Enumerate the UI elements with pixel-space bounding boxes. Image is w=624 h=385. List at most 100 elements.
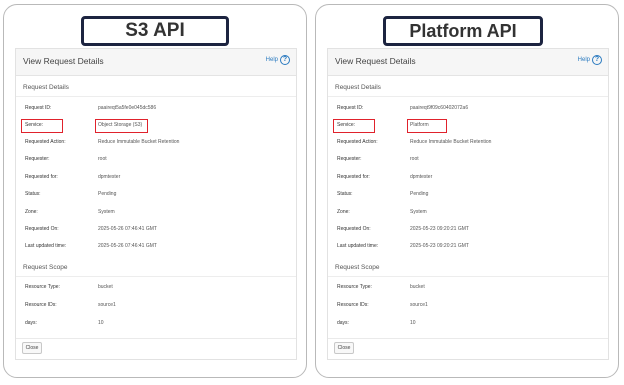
resource-type-label: Resource Type: [25, 284, 60, 290]
panel-title: View Request Details [23, 56, 104, 66]
zone-value: System [410, 209, 427, 215]
row-requested-action: Requested Action: Reduce Immutable Bucke… [25, 138, 289, 147]
row-request-id: Request ID: paaireqt9f09c60402072a6 [337, 104, 601, 113]
request-id-label: Request ID: [25, 105, 52, 111]
panel-footer [16, 338, 296, 359]
days-label: days: [337, 320, 349, 326]
help-label: Help [265, 57, 278, 63]
panel-header: View Request Details Help ? [16, 49, 296, 76]
section-request-details: Request Details [335, 84, 381, 91]
row-days: days: 10 [337, 319, 601, 328]
last-updated-label: Last updated time: [337, 243, 379, 249]
resource-ids-value: source1 [98, 302, 116, 308]
platform-api-card: Platform API View Request Details Help ?… [315, 4, 619, 378]
row-resource-ids: Resource IDs: source1 [337, 301, 601, 310]
help-link[interactable]: Help ? [578, 55, 602, 65]
requester-value: root [98, 156, 107, 162]
resource-type-label: Resource Type: [337, 284, 372, 290]
section-divider [16, 276, 296, 277]
section-divider [16, 96, 296, 97]
days-label: days: [25, 320, 37, 326]
requested-action-value: Reduce Immutable Bucket Retention [410, 139, 492, 145]
help-icon: ? [280, 55, 290, 65]
requested-on-label: Requested On: [337, 226, 371, 232]
row-resource-type: Resource Type: bucket [25, 283, 289, 292]
request-id-value: paaireqt5a5fe0e045dc586 [98, 105, 157, 111]
close-button[interactable]: Close [22, 342, 42, 354]
zone-label: Zone: [25, 209, 38, 215]
row-resource-type: Resource Type: bucket [337, 283, 601, 292]
zone-value: System [98, 209, 115, 215]
requested-on-label: Requested On: [25, 226, 59, 232]
status-label: Status: [25, 191, 41, 197]
service-label-highlight [21, 119, 63, 133]
requester-label: Requester: [25, 156, 50, 162]
row-requested-action: Requested Action: Reduce Immutable Bucke… [337, 138, 601, 147]
row-requester: Requester: root [337, 155, 601, 164]
last-updated-value: 2025-05-23 09:20:21 GMT [410, 243, 469, 249]
close-button[interactable]: Close [334, 342, 354, 354]
resource-type-value: bucket [410, 284, 425, 290]
resource-ids-value: source1 [410, 302, 428, 308]
requested-on-value: 2025-05-23 09:20:21 GMT [410, 226, 469, 232]
row-requested-for: Requested for: dpmtester [25, 173, 289, 182]
row-last-updated: Last updated time: 2025-05-26 07:46:41 G… [25, 242, 289, 251]
panel-title: View Request Details [335, 56, 416, 66]
requested-action-label: Requested Action: [337, 139, 378, 145]
row-requested-on: Requested On: 2025-05-26 07:46:41 GMT [25, 225, 289, 234]
requested-for-label: Requested for: [25, 174, 58, 180]
zone-label: Zone: [337, 209, 350, 215]
days-value: 10 [410, 320, 416, 326]
last-updated-value: 2025-05-26 07:46:41 GMT [98, 243, 157, 249]
status-label: Status: [337, 191, 353, 197]
row-status: Status: Pending [337, 190, 601, 199]
section-request-details: Request Details [23, 84, 69, 91]
request-id-value: paaireqt9f09c60402072a6 [410, 105, 469, 111]
row-zone: Zone: System [25, 208, 289, 217]
requested-for-value: dpmtester [98, 174, 121, 180]
s3-api-card: S3 API View Request Details Help ? Reque… [3, 4, 307, 378]
resource-type-value: bucket [98, 284, 113, 290]
requested-action-value: Reduce Immutable Bucket Retention [98, 139, 180, 145]
requester-label: Requester: [337, 156, 362, 162]
row-last-updated: Last updated time: 2025-05-23 09:20:21 G… [337, 242, 601, 251]
row-service: Service: Object Storage (S3) [25, 121, 289, 130]
row-resource-ids: Resource IDs: source1 [25, 301, 289, 310]
service-value-highlight [95, 119, 148, 133]
row-request-id: Request ID: paaireqt5a5fe0e045dc586 [25, 104, 289, 113]
resource-ids-label: Resource IDs: [337, 302, 369, 308]
status-value: Pending [98, 191, 117, 197]
requester-value: root [410, 156, 419, 162]
section-request-scope: Request Scope [23, 264, 68, 271]
request-details-panel: View Request Details Help ? Request Deta… [327, 48, 609, 360]
help-link[interactable]: Help ? [266, 55, 290, 65]
request-id-label: Request ID: [337, 105, 364, 111]
row-requested-for: Requested for: dpmtester [337, 173, 601, 182]
help-icon: ? [592, 55, 602, 65]
row-zone: Zone: System [337, 208, 601, 217]
service-value-highlight [407, 119, 447, 133]
resource-ids-label: Resource IDs: [25, 302, 57, 308]
days-value: 10 [98, 320, 104, 326]
row-status: Status: Pending [25, 190, 289, 199]
platform-api-label: Platform API [383, 16, 543, 46]
panel-footer [328, 338, 608, 359]
row-service: Service: Platform [337, 121, 601, 130]
request-details-panel: View Request Details Help ? Request Deta… [15, 48, 297, 360]
requested-for-label: Requested for: [337, 174, 370, 180]
last-updated-label: Last updated time: [25, 243, 67, 249]
help-label: Help [577, 57, 590, 63]
status-value: Pending [410, 191, 429, 197]
s3-api-label: S3 API [81, 16, 229, 46]
row-requester: Requester: root [25, 155, 289, 164]
requested-action-label: Requested Action: [25, 139, 66, 145]
row-days: days: 10 [25, 319, 289, 328]
service-label-highlight [333, 119, 375, 133]
row-requested-on: Requested On: 2025-05-23 09:20:21 GMT [337, 225, 601, 234]
requested-on-value: 2025-05-26 07:46:41 GMT [98, 226, 157, 232]
panel-header: View Request Details Help ? [328, 49, 608, 76]
section-divider [328, 96, 608, 97]
section-request-scope: Request Scope [335, 264, 380, 271]
section-divider [328, 276, 608, 277]
requested-for-value: dpmtester [410, 174, 433, 180]
